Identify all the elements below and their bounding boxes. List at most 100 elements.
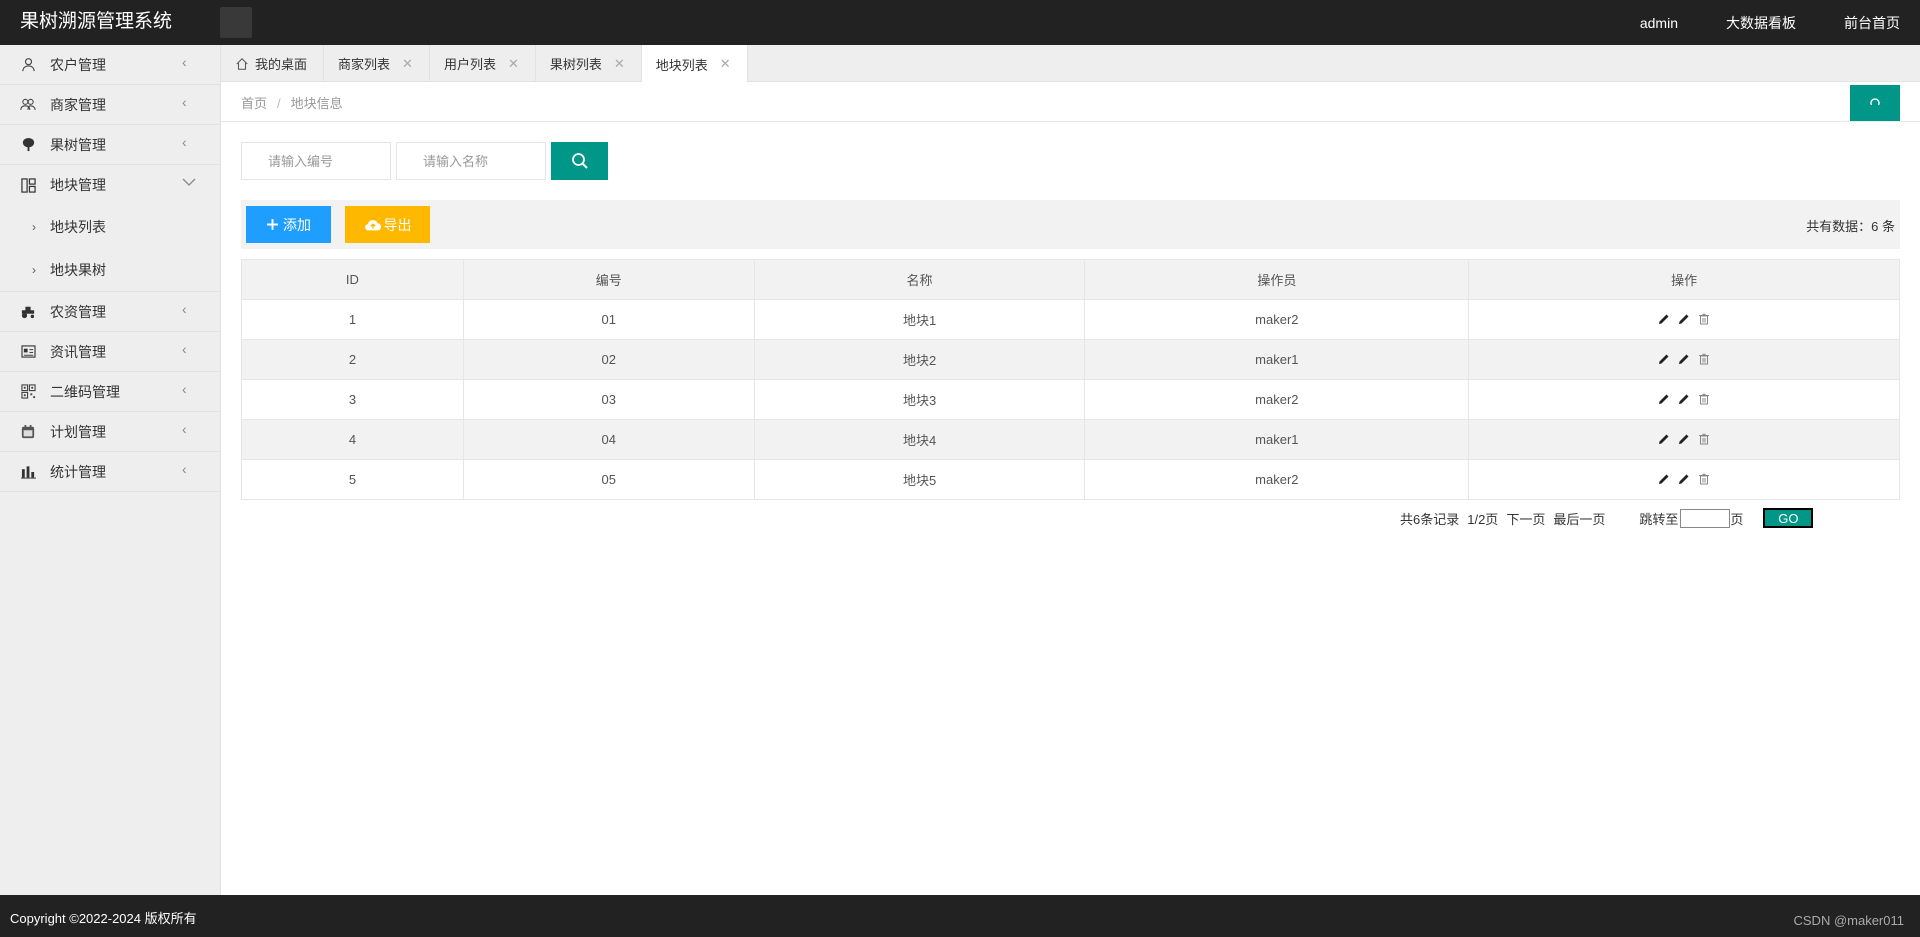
cell-id: 2 xyxy=(241,339,464,380)
tab-fruit-tree-list[interactable]: 果树列表 ✕ xyxy=(536,45,642,82)
cell-id: 3 xyxy=(241,379,464,420)
column-header-operator: 操作员 xyxy=(1084,259,1470,300)
chevron-left-icon: ‹ xyxy=(182,301,187,317)
table-row: 1 01 地块1 maker2 xyxy=(241,299,1900,340)
add-button-label: 添加 xyxy=(283,216,311,233)
cell-operator: maker1 xyxy=(1084,419,1470,460)
frontend-home-link[interactable]: 前台首页 xyxy=(1844,13,1900,33)
next-page-link[interactable]: 下一页 xyxy=(1506,509,1545,528)
table-body: 1 01 地块1 maker2 2 02 地块2 maker1 3 03 地块3 maker2 4 04 地… xyxy=(241,299,1900,500)
edit-icon[interactable] xyxy=(1657,392,1671,406)
cell-actions xyxy=(1468,299,1900,340)
search-button[interactable] xyxy=(551,142,608,180)
name-search-input[interactable] xyxy=(396,142,546,180)
delete-icon[interactable] xyxy=(1697,392,1711,406)
cell-actions xyxy=(1468,419,1900,460)
search-icon xyxy=(571,153,588,169)
breadcrumb-bar: 首页 / 地块信息 xyxy=(221,82,1920,122)
cell-id: 1 xyxy=(241,299,464,340)
edit-icon[interactable] xyxy=(1677,472,1691,486)
chevron-left-icon: ‹ xyxy=(182,94,187,110)
table-row: 2 02 地块2 maker1 xyxy=(241,339,1900,380)
sidebar-item-label: 二维码管理 xyxy=(50,383,120,400)
tab-label: 果树列表 xyxy=(549,57,602,72)
sidebar-subitem-label: 地块列表 xyxy=(50,218,106,235)
plus-icon xyxy=(267,219,278,230)
tab-label: 商家列表 xyxy=(338,57,391,72)
land-table: ID 编号 名称 操作员 操作 1 01 地块1 maker2 2 02 地块2 maker1… xyxy=(241,259,1900,500)
close-icon[interactable]: ✕ xyxy=(508,56,519,72)
edit-icon[interactable] xyxy=(1657,432,1671,446)
record-count: 共6条记录 xyxy=(1400,511,1460,527)
refresh-button[interactable] xyxy=(1850,85,1900,121)
cell-operator: maker2 xyxy=(1084,459,1470,500)
export-button-label: 导出 xyxy=(383,216,412,233)
chevron-right-icon: › xyxy=(32,262,36,277)
close-icon[interactable]: ✕ xyxy=(720,56,731,72)
sidebar-item-label: 资讯管理 xyxy=(50,343,106,360)
tab-desktop[interactable]: 我的桌面 xyxy=(221,45,325,82)
column-header-actions: 操作 xyxy=(1468,259,1900,300)
delete-icon[interactable] xyxy=(1697,352,1711,366)
calendar-icon xyxy=(20,424,36,440)
chevron-left-icon: ‹ xyxy=(182,381,187,397)
page-unit-label: 页 xyxy=(1730,511,1744,527)
cell-code: 03 xyxy=(462,379,755,420)
cloud-upload-icon xyxy=(364,219,381,230)
sidebar-subitem-land-list[interactable]: › 地块列表 xyxy=(0,205,220,248)
table-toolbar: 添加 导出 共有数据：6 条 xyxy=(241,200,1900,249)
code-search-input[interactable] xyxy=(241,142,391,180)
table-row: 5 05 地块5 maker2 xyxy=(241,459,1900,500)
delete-icon[interactable] xyxy=(1697,472,1711,486)
sidebar-item-news[interactable]: 资讯管理 ‹ xyxy=(0,332,220,372)
edit-icon[interactable] xyxy=(1677,392,1691,406)
cell-operator: maker2 xyxy=(1084,379,1470,420)
delete-icon[interactable] xyxy=(1697,432,1711,446)
sidebar-item-plan[interactable]: 计划管理 ‹ xyxy=(0,412,220,452)
bar-chart-icon xyxy=(20,464,36,480)
add-button[interactable]: 添加 xyxy=(246,206,331,243)
export-button[interactable]: 导出 xyxy=(345,206,430,243)
tab-user-list[interactable]: 用户列表 ✕ xyxy=(430,45,536,82)
sidebar-item-fruit-tree[interactable]: 果树管理 ‹ xyxy=(0,125,220,165)
news-icon xyxy=(20,344,36,360)
sidebar-item-land[interactable]: 地块管理 xyxy=(0,165,220,205)
sidebar-item-qrcode[interactable]: 二维码管理 ‹ xyxy=(0,372,220,412)
close-icon[interactable]: ✕ xyxy=(402,56,413,72)
tab-merchant-list[interactable]: 商家列表 ✕ xyxy=(324,45,430,82)
chevron-left-icon: ‹ xyxy=(182,134,187,150)
user-icon xyxy=(20,57,36,73)
go-button[interactable]: GO xyxy=(1763,508,1814,528)
sidebar-item-merchant[interactable]: 商家管理 ‹ xyxy=(0,85,220,125)
search-form xyxy=(241,142,608,180)
jump-page-input[interactable] xyxy=(1680,508,1731,528)
tab-land-list[interactable]: 地块列表 ✕ xyxy=(641,45,748,83)
sidebar-toggle-button[interactable] xyxy=(220,7,252,38)
chevron-left-icon: ‹ xyxy=(182,341,187,357)
table-row: 3 03 地块3 maker2 xyxy=(241,379,1900,420)
chevron-down-icon xyxy=(182,177,196,187)
footer: Copyright ©2022-2024 版权所有 CSDN @maker011 xyxy=(0,895,1920,937)
breadcrumb-home[interactable]: 首页 xyxy=(241,96,267,111)
user-menu[interactable]: admin xyxy=(1640,15,1678,31)
sidebar-item-statistics[interactable]: 统计管理 ‹ xyxy=(0,452,220,492)
edit-icon[interactable] xyxy=(1677,312,1691,326)
delete-icon[interactable] xyxy=(1697,312,1711,326)
edit-icon[interactable] xyxy=(1657,352,1671,366)
dashboard-link[interactable]: 大数据看板 xyxy=(1726,13,1796,33)
breadcrumb-current: 地块信息 xyxy=(290,96,343,111)
sidebar-item-farmer[interactable]: 农户管理 ‹ xyxy=(0,45,220,85)
last-page-link[interactable]: 最后一页 xyxy=(1553,509,1605,528)
sidebar-item-label: 果树管理 xyxy=(50,136,106,153)
chevron-left-icon: ‹ xyxy=(182,461,187,477)
sidebar-subitem-land-trees[interactable]: › 地块果树 xyxy=(0,248,220,291)
pagination: 共6条记录 1/2页 下一页 最后一页 跳转至 页 GO xyxy=(1400,508,1814,528)
cell-operator: maker1 xyxy=(1084,339,1470,380)
page-indicator: 1/2页 xyxy=(1467,511,1499,527)
close-icon[interactable]: ✕ xyxy=(614,56,625,72)
sidebar-item-supplies[interactable]: 农资管理 ‹ xyxy=(0,292,220,332)
edit-icon[interactable] xyxy=(1677,432,1691,446)
edit-icon[interactable] xyxy=(1657,472,1671,486)
edit-icon[interactable] xyxy=(1677,352,1691,366)
edit-icon[interactable] xyxy=(1657,312,1671,326)
